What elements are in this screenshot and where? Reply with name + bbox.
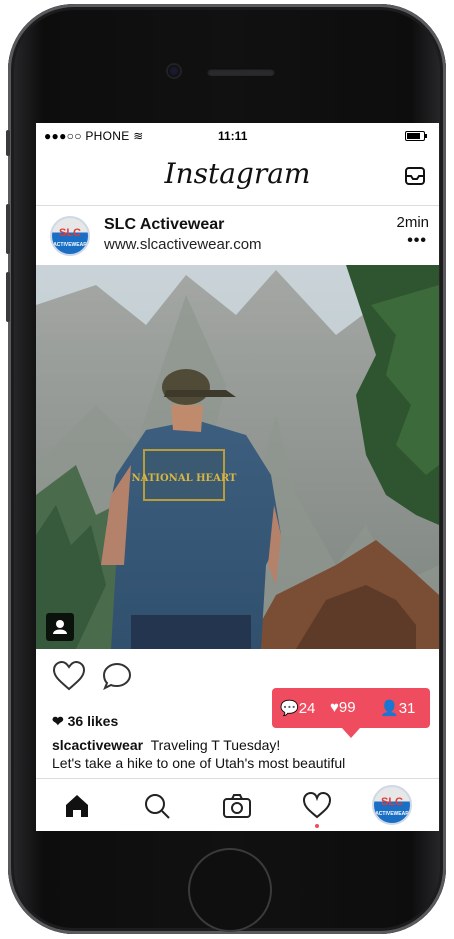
likes-count[interactable]: ❤ 36 likes — [52, 713, 118, 730]
profile-logo-text: SLC — [381, 796, 403, 808]
activity-icon[interactable] — [300, 789, 334, 823]
notif-followers: 👤31 — [380, 699, 415, 717]
front-camera — [168, 65, 180, 77]
svg-text:NATIONAL HEART: NATIONAL HEART — [132, 473, 238, 484]
volume-up-button — [6, 204, 10, 254]
avatar-logo-sub: ACTIVEWEAR — [53, 242, 87, 248]
post-website[interactable]: www.slcactivewear.com — [104, 236, 262, 253]
camera-icon[interactable] — [220, 789, 254, 823]
post-photo-image: NATIONAL HEART — [36, 265, 439, 649]
likes-label: 36 likes — [67, 713, 119, 729]
carrier-signal: ●●●○○ PHONE ≋ — [44, 129, 144, 143]
inbox-icon[interactable] — [405, 167, 425, 185]
notif-comments: 💬24 — [280, 699, 315, 717]
notif-likes: ♥99 — [330, 699, 356, 716]
avatar-logo-text: SLC — [59, 227, 81, 239]
earpiece-speaker — [207, 68, 275, 76]
caption-line-2: Let's take a hike to one of Utah's most … — [52, 755, 346, 771]
post-header: SLC ACTIVEWEAR SLC Activewear www.slcact… — [36, 206, 439, 264]
heart-icon[interactable] — [52, 661, 86, 691]
heart-filled-icon: ❤ — [52, 713, 64, 729]
notification-bubble[interactable]: 💬24 ♥99 👤31 — [272, 688, 430, 738]
home-button[interactable] — [188, 848, 272, 932]
notif-followers-count: 31 — [398, 700, 416, 717]
caption-text: Traveling T Tuesday! — [150, 737, 281, 753]
mute-switch — [6, 130, 10, 156]
wifi-icon: ≋ — [133, 129, 144, 143]
phone-screen: ●●●○○ PHONE ≋ 11:11 Instagram SLC ACTIVE… — [36, 123, 439, 831]
comment-icon[interactable] — [102, 662, 132, 690]
app-header: Instagram — [36, 149, 439, 206]
post-caption: slcactivewear Traveling T Tuesday! Let's… — [52, 736, 345, 772]
bottom-nav: SLC ACTIVEWEAR — [36, 778, 439, 831]
user-tag-icon[interactable] — [46, 613, 74, 641]
notif-likes-count: 99 — [338, 699, 356, 716]
volume-down-button — [6, 272, 10, 322]
more-options-button[interactable]: ••• — [407, 232, 427, 250]
notif-comments-count: 24 — [298, 700, 316, 717]
post-time: 2min — [396, 214, 429, 231]
avatar[interactable]: SLC ACTIVEWEAR — [50, 216, 90, 256]
app-logo: Instagram — [164, 157, 311, 190]
post-username[interactable]: SLC Activewear — [104, 216, 224, 234]
caption-username[interactable]: slcactivewear — [52, 737, 143, 753]
status-time: 11:11 — [218, 129, 248, 143]
post-photo[interactable]: NATIONAL HEART — [36, 265, 439, 649]
person-icon: 👤 — [380, 700, 399, 717]
profile-logo-sub: ACTIVEWEAR — [375, 811, 409, 817]
search-icon[interactable] — [140, 789, 174, 823]
home-icon[interactable] — [60, 789, 94, 823]
battery-icon — [405, 131, 427, 141]
heart-filled-icon: ♥ — [330, 699, 339, 716]
activity-indicator-dot — [315, 824, 319, 828]
profile-icon[interactable]: SLC ACTIVEWEAR — [372, 785, 412, 825]
comment-filled-icon: 💬 — [280, 700, 299, 717]
status-bar: ●●●○○ PHONE ≋ 11:11 — [36, 123, 439, 149]
